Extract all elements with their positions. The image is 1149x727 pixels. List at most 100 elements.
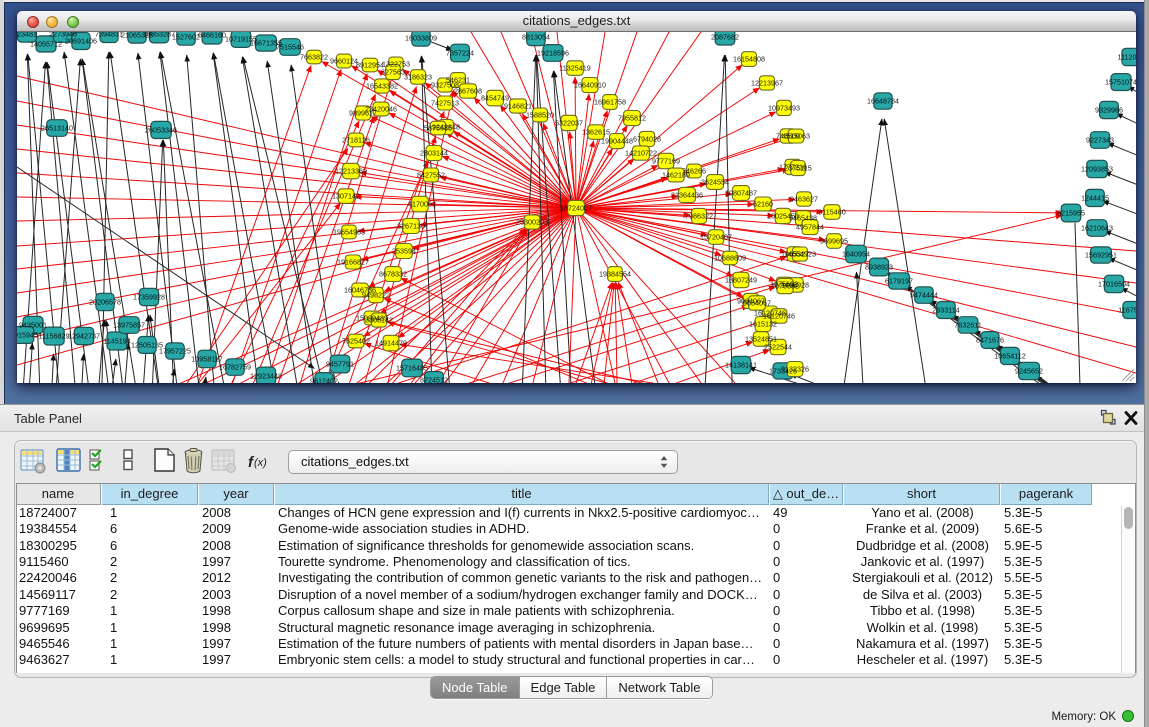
svg-text:18807249: 18807249: [725, 276, 757, 285]
svg-text:13975857: 13975857: [113, 321, 145, 330]
svg-text:7427513: 7427513: [431, 99, 459, 108]
svg-text:12213369: 12213369: [335, 167, 367, 176]
svg-text:23481: 23481: [17, 32, 37, 39]
svg-text:746266: 746266: [682, 167, 706, 176]
svg-text:21364436: 21364436: [671, 191, 703, 200]
svg-text:2375115: 2375115: [784, 164, 811, 173]
svg-text:9899617: 9899617: [349, 109, 377, 118]
svg-text:8215955: 8215955: [1057, 209, 1085, 218]
svg-text:8427552: 8427552: [417, 171, 445, 180]
svg-text:9463627: 9463627: [790, 195, 818, 204]
svg-text:1307142: 1307142: [332, 192, 360, 201]
svg-text:253594: 253594: [392, 247, 416, 256]
svg-text:3915945: 3915945: [17, 331, 38, 340]
svg-text:14055712: 14055712: [30, 40, 62, 49]
svg-text:1112045: 1112045: [1118, 53, 1136, 62]
svg-text:15751074: 15751074: [1105, 78, 1136, 87]
svg-text:2933114: 2933114: [932, 306, 959, 315]
svg-text:1167539: 1167539: [1118, 306, 1136, 315]
svg-text:327563: 327563: [381, 68, 405, 77]
svg-text:4515063: 4515063: [782, 132, 810, 141]
svg-text:20691406: 20691406: [65, 37, 97, 46]
svg-text:19218596: 19218596: [537, 49, 569, 58]
svg-text:16648784: 16648784: [867, 97, 899, 106]
svg-text:7663822: 7663822: [300, 53, 328, 62]
svg-text:16033809: 16033809: [405, 34, 437, 43]
svg-text:5875685: 5875685: [424, 124, 452, 133]
svg-text:1615132: 1615132: [749, 320, 777, 329]
svg-text:4957844: 4957844: [796, 223, 824, 232]
svg-text:9465438: 9465438: [789, 214, 817, 223]
svg-text:15692951: 15692951: [1085, 251, 1117, 260]
svg-text:19654983: 19654983: [333, 228, 365, 237]
svg-text:7515546: 7515546: [276, 43, 304, 52]
svg-text:14914479: 14914479: [375, 339, 407, 348]
svg-text:9777169: 9777169: [652, 157, 680, 166]
svg-text:9612402: 9612402: [310, 377, 338, 383]
svg-text:19904448: 19904448: [601, 137, 633, 146]
svg-text:16961758: 16961758: [594, 98, 626, 107]
svg-text:12093853: 12093853: [1081, 165, 1113, 174]
svg-text:2718126: 2718126: [342, 136, 370, 145]
svg-text:8471676: 8471676: [976, 336, 1004, 345]
svg-text:18724007: 18724007: [560, 204, 592, 213]
svg-text:6466160: 6466160: [198, 32, 226, 40]
svg-text:9245652: 9245652: [1015, 367, 1043, 376]
svg-text:10807487: 10807487: [725, 189, 757, 198]
svg-text:12213967: 12213967: [751, 79, 783, 88]
svg-text:17359928: 17359928: [133, 293, 165, 302]
svg-text:9435001: 9435001: [19, 321, 47, 330]
svg-text:26513140: 26513140: [41, 124, 73, 133]
svg-text:26053346: 26053346: [145, 126, 177, 135]
svg-text:9084067: 9084067: [743, 299, 771, 308]
svg-text:2867608: 2867608: [454, 87, 482, 96]
svg-text:3306142: 3306142: [365, 316, 393, 325]
svg-text:7357224: 7357224: [446, 49, 474, 58]
svg-text:1640954: 1640954: [842, 250, 870, 259]
svg-text:6179197: 6179197: [885, 277, 913, 286]
svg-text:3267130: 3267130: [397, 222, 425, 231]
svg-text:12942737: 12942737: [68, 332, 100, 341]
svg-text:9474444: 9474444: [910, 291, 938, 300]
svg-text:417006: 417006: [408, 200, 432, 209]
svg-text:8678332: 8678332: [379, 270, 407, 279]
svg-text:10973493: 10973493: [768, 104, 800, 113]
svg-text:62160: 62160: [753, 200, 773, 209]
svg-text:5322037: 5322037: [555, 119, 583, 128]
svg-text:2522544: 2522544: [764, 343, 792, 352]
svg-text:11325419: 11325419: [559, 64, 590, 73]
svg-text:8724512: 8724512: [420, 376, 448, 383]
svg-text:1362615: 1362615: [582, 128, 610, 137]
svg-text:7625402: 7625402: [342, 337, 370, 346]
svg-text:19166827: 19166827: [337, 258, 369, 267]
svg-text:7955812: 7955812: [618, 114, 646, 123]
svg-text:10688609: 10688609: [714, 254, 746, 263]
svg-text:7394831: 7394831: [95, 32, 123, 39]
svg-text:20206578: 20206578: [89, 298, 121, 307]
svg-text:7632611: 7632611: [954, 321, 981, 330]
svg-text:15720407: 15720407: [700, 233, 732, 242]
svg-text:10654112: 10654112: [994, 352, 1025, 361]
svg-text:25300203: 25300203: [516, 218, 548, 227]
svg-text:9146821: 9146821: [504, 102, 532, 111]
svg-text:1588520: 1588520: [526, 111, 554, 120]
svg-text:2803144: 2803144: [420, 149, 448, 158]
svg-text:10958117: 10958117: [191, 355, 222, 364]
svg-text:14138141: 14138141: [725, 361, 757, 370]
svg-text:8938923: 8938923: [865, 263, 893, 272]
svg-text:9132326: 9132326: [781, 365, 809, 374]
svg-text:17016504: 17016504: [1098, 280, 1130, 289]
svg-text:9227343: 9227343: [1086, 136, 1114, 145]
svg-text:1075692: 1075692: [771, 282, 799, 291]
svg-text:19384554: 19384554: [599, 270, 631, 279]
svg-text:7986322: 7986322: [685, 212, 713, 221]
svg-text:8912954: 8912954: [356, 61, 384, 70]
svg-text:12923448: 12923448: [250, 372, 282, 381]
svg-text:17957225: 17957225: [159, 347, 191, 356]
svg-text:9498222: 9498222: [362, 291, 390, 300]
svg-text:9457791: 9457791: [326, 360, 354, 369]
svg-text:(x): (x): [254, 457, 267, 469]
svg-text:9660124: 9660124: [330, 57, 358, 66]
svg-text:2087682: 2087682: [711, 33, 739, 42]
svg-text:16782759: 16782759: [219, 363, 251, 372]
